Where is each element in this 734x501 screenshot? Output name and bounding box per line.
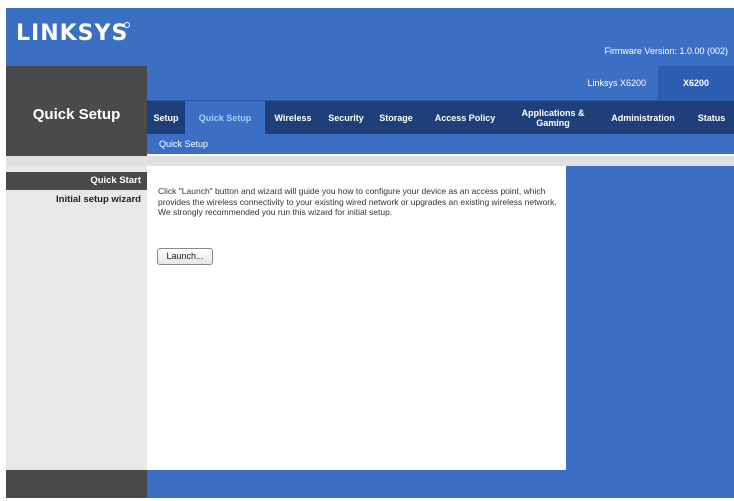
main-tabs: Setup Quick Setup Wireless Security Stor…: [147, 101, 734, 134]
page-title: Quick Setup: [32, 106, 121, 123]
tab-storage[interactable]: Storage: [371, 101, 421, 134]
tab-wireless[interactable]: Wireless: [265, 101, 321, 134]
tab-quick-setup[interactable]: Quick Setup: [185, 101, 265, 134]
tab-security[interactable]: Security: [321, 101, 371, 134]
registered-mark-icon: [124, 22, 130, 28]
router-admin-window: LINKSYS Firmware Version: 1.0.00 (002) Q…: [6, 8, 734, 498]
model-badge: X6200: [658, 66, 734, 101]
divider-strip: [6, 156, 734, 166]
tab-access-policy[interactable]: Access Policy: [421, 101, 509, 134]
subtab-quick-setup[interactable]: Quick Setup: [159, 139, 208, 149]
launch-button[interactable]: Launch...: [157, 248, 213, 265]
main-content: Click "Launch" button and wizard will gu…: [147, 166, 566, 470]
sidebar: Quick Start Initial setup wizard: [6, 166, 147, 470]
tab-setup[interactable]: Setup: [147, 101, 185, 134]
linksys-logo: LINKSYS: [16, 21, 129, 46]
footer-left: [6, 470, 147, 498]
footer-bar: [147, 470, 566, 498]
header-bar: LINKSYS Firmware Version: 1.0.00 (002): [6, 8, 734, 66]
tab-applications-gaming[interactable]: Applications & Gaming: [509, 101, 597, 134]
sidebar-item-initial-setup-wizard[interactable]: Initial setup wizard: [6, 194, 147, 205]
tab-administration[interactable]: Administration: [597, 101, 689, 134]
sub-tabs: Quick Setup: [147, 134, 734, 154]
sidebar-item-quick-start[interactable]: Quick Start: [6, 172, 147, 190]
firmware-version: Firmware Version: 1.0.00 (002): [604, 46, 728, 56]
wizard-description: Click "Launch" button and wizard will gu…: [158, 186, 557, 217]
tab-status[interactable]: Status: [689, 101, 734, 134]
model-bar: Linksys X6200 X6200: [147, 66, 734, 101]
model-name: Linksys X6200: [587, 78, 646, 88]
right-panel: [566, 166, 734, 498]
